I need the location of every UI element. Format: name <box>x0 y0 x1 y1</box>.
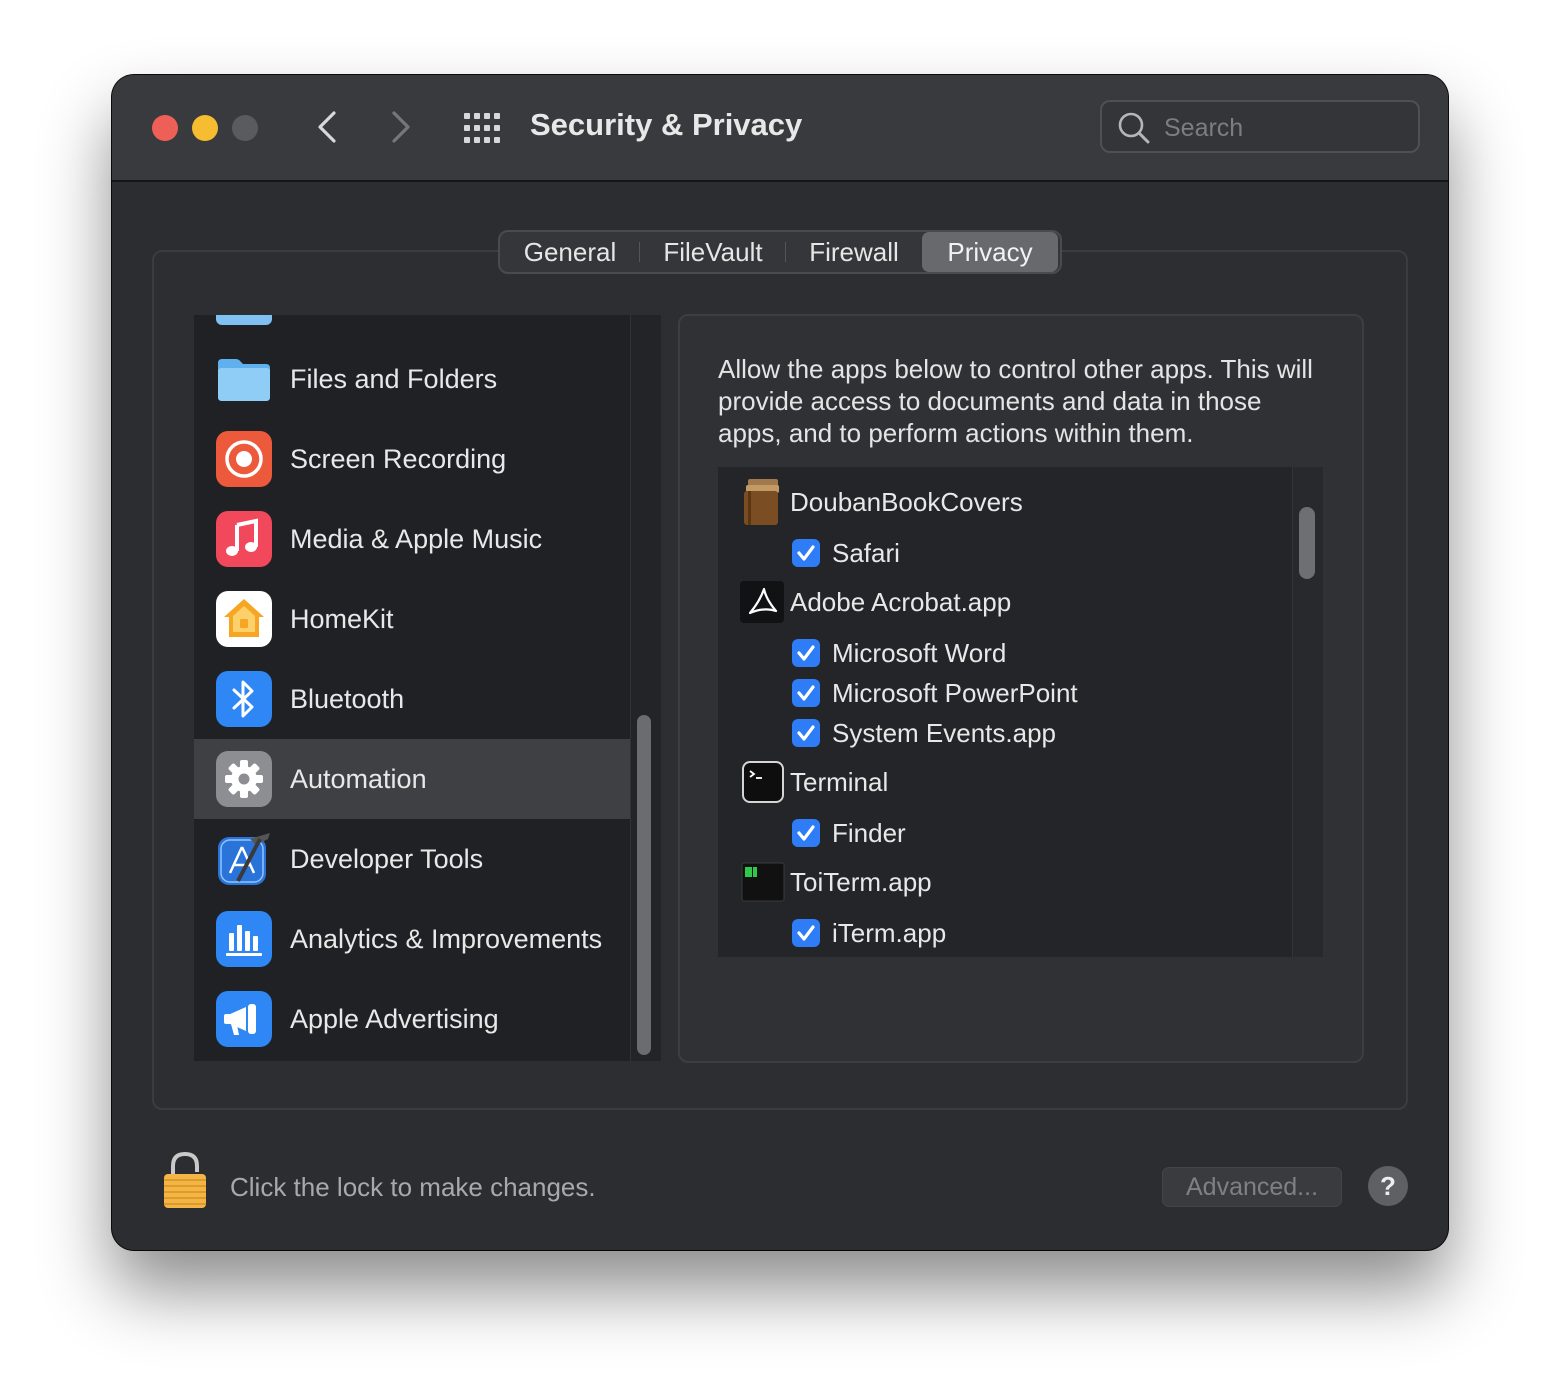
close-window-button[interactable] <box>152 115 178 141</box>
home-icon <box>216 591 272 647</box>
app-name: Terminal <box>790 767 889 797</box>
sidebar-item-label: Analytics & Improvements <box>290 924 603 954</box>
lock-icon <box>164 1151 206 1208</box>
checkmark-icon <box>797 925 815 941</box>
sidebar-item-label: HomeKit <box>290 604 394 634</box>
folder-icon <box>218 359 270 401</box>
app-name: Adobe Acrobat.app <box>790 587 1012 617</box>
sidebar-item-apple-advertising[interactable]: Apple Advertising <box>194 979 631 1059</box>
privacy-category-list[interactable]: Files and Folders Screen Recording Media… <box>194 315 660 1061</box>
search-input[interactable] <box>1162 110 1406 146</box>
permission-target-name: Finder <box>832 818 906 848</box>
automation-description: Allow the apps below to control other ap… <box>718 354 1313 448</box>
forward-button[interactable] <box>380 105 420 149</box>
permission-checkbox[interactable] <box>792 719 820 747</box>
megaphone-icon <box>216 991 272 1047</box>
sidebar-item-label: Media & Apple Music <box>290 524 543 554</box>
terminal-icon <box>742 761 784 803</box>
sidebar-item-label: Bluetooth <box>290 684 405 714</box>
sidebar-item-homekit[interactable]: HomeKit <box>194 579 631 659</box>
partial-list-item-icon <box>216 315 272 325</box>
sidebar-item-label: Files and Folders <box>290 364 498 394</box>
permission-checkbox[interactable] <box>792 679 820 707</box>
screen-recording-icon <box>216 431 272 487</box>
permission-target-name: Microsoft Word <box>832 638 1007 668</box>
bluetooth-icon <box>216 671 272 727</box>
back-button[interactable] <box>308 105 348 149</box>
sidebar-item-analytics-improvements[interactable]: Analytics & Improvements <box>194 899 631 979</box>
acrobat-icon <box>740 581 784 623</box>
preferences-window: Security & Privacy General FileVault Fir… <box>112 75 1448 1250</box>
sidebar-item-label: Apple Advertising <box>290 1004 499 1034</box>
automation-app-list[interactable]: DoubanBookCovers Safari Adobe Acrobat.ap… <box>718 467 1322 957</box>
tab-general[interactable]: General <box>500 232 640 272</box>
app-name: ToiTerm.app <box>790 867 932 897</box>
title-bar: Security & Privacy <box>112 75 1448 182</box>
search-field[interactable] <box>1100 100 1420 153</box>
app-name: DoubanBookCovers <box>790 487 1023 517</box>
tab-filevault[interactable]: FileVault <box>640 232 786 272</box>
permission-target-name: iTerm.app <box>832 918 947 948</box>
chevron-left-icon <box>318 111 336 143</box>
developer-tools-icon <box>218 833 270 885</box>
permission-target-name: System Events.app <box>832 718 1056 748</box>
sidebar-item-files-and-folders[interactable]: Files and Folders <box>194 339 631 419</box>
app-list-scrollbar-thumb[interactable] <box>1299 507 1315 579</box>
lock-button[interactable] <box>162 1150 208 1210</box>
tab-firewall[interactable]: Firewall <box>786 232 922 272</box>
sidebar-item-label: Automation <box>290 764 427 794</box>
tab-privacy[interactable]: Privacy <box>922 232 1058 272</box>
advanced-button[interactable]: Advanced... <box>1162 1167 1342 1207</box>
search-icon <box>1118 112 1150 144</box>
sidebar-item-automation[interactable]: Automation <box>194 739 631 819</box>
analytics-chart-icon <box>216 911 272 967</box>
sidebar-item-media-apple-music[interactable]: Media & Apple Music <box>194 499 631 579</box>
permission-checkbox[interactable] <box>792 639 820 667</box>
lock-hint-text: Click the lock to make changes. <box>230 1172 596 1202</box>
checkmark-icon <box>797 645 815 661</box>
permission-target-name: Microsoft PowerPoint <box>832 678 1078 708</box>
zoom-window-button[interactable] <box>232 115 258 141</box>
permission-checkbox[interactable] <box>792 819 820 847</box>
checkmark-icon <box>797 685 815 701</box>
sidebar-item-screen-recording[interactable]: Screen Recording <box>194 419 631 499</box>
show-all-button[interactable] <box>462 111 502 145</box>
sidebar-item-bluetooth[interactable]: Bluetooth <box>194 659 631 739</box>
sidebar-item-developer-tools[interactable]: Developer Tools <box>194 819 631 899</box>
tab-bar: General FileVault Firewall Privacy <box>498 230 1062 274</box>
checkmark-icon <box>797 825 815 841</box>
checkmark-icon <box>797 545 815 561</box>
permission-checkbox[interactable] <box>792 539 820 567</box>
toiterm-icon <box>741 862 785 902</box>
sidebar-item-label: Screen Recording <box>290 444 507 474</box>
help-button[interactable]: ? <box>1368 1166 1408 1206</box>
music-note-icon <box>216 511 272 567</box>
permission-target-name: Safari <box>832 538 900 568</box>
sidebar-item-label: Developer Tools <box>290 844 484 874</box>
checkmark-icon <box>797 725 815 741</box>
chevron-right-icon <box>392 111 410 143</box>
books-icon <box>744 479 779 525</box>
window-title: Security & Privacy <box>530 107 803 142</box>
permission-checkbox[interactable] <box>792 919 820 947</box>
minimize-window-button[interactable] <box>192 115 218 141</box>
sidebar-scrollbar-thumb[interactable] <box>637 715 651 1055</box>
grid-icon <box>464 113 500 143</box>
gear-icon <box>216 751 272 807</box>
